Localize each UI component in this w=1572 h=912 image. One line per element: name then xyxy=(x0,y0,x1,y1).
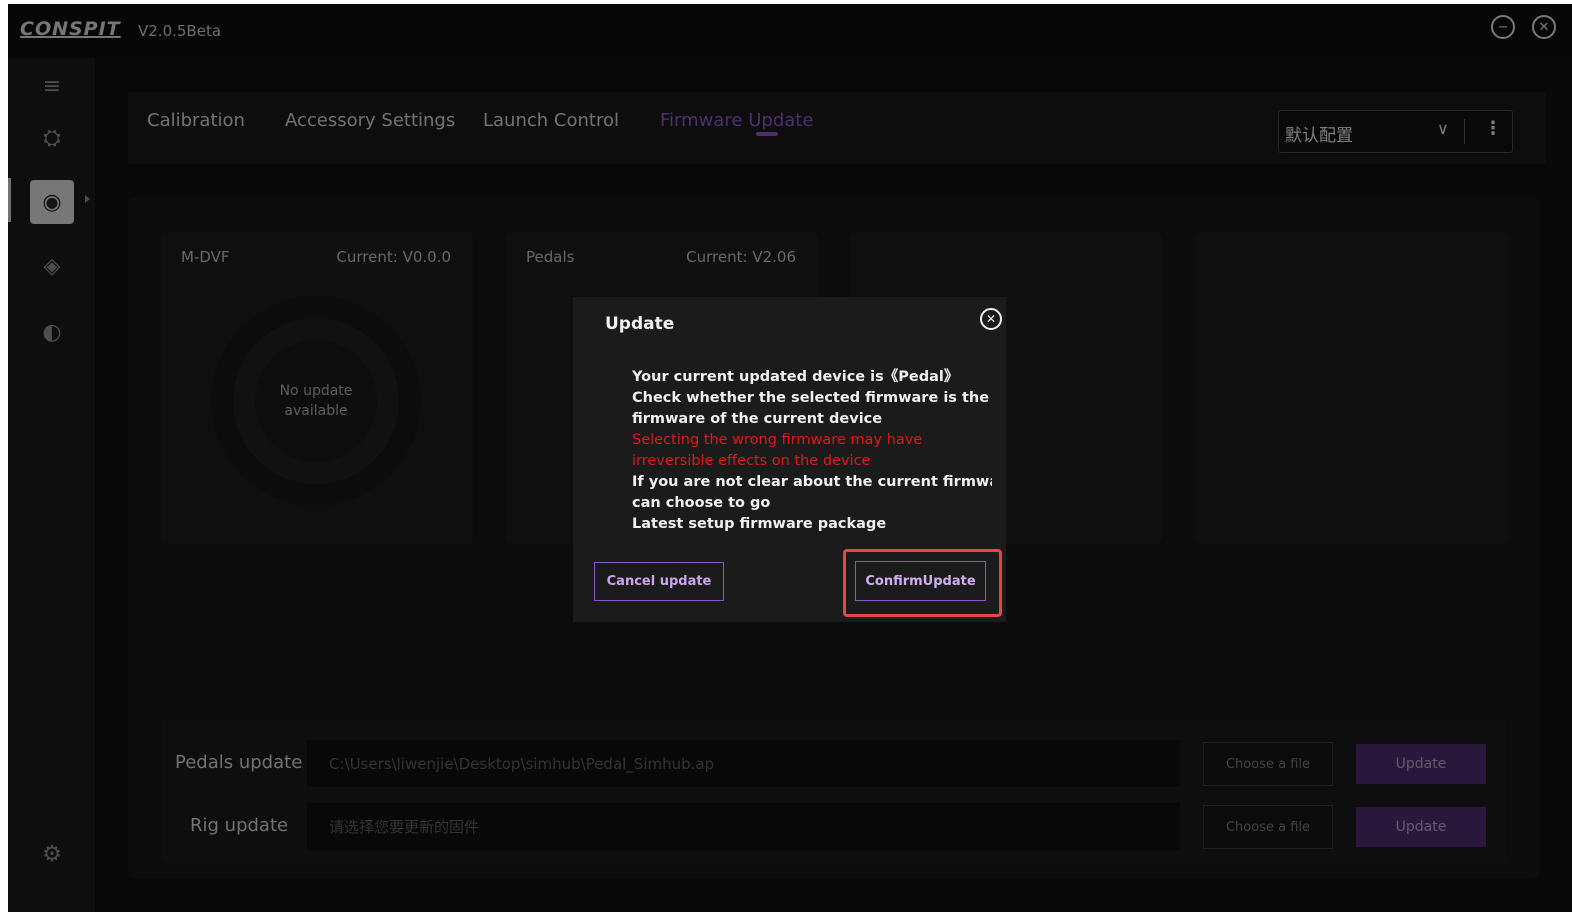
dialog-title: Update xyxy=(605,314,675,334)
dialog-line: firmware of the current device xyxy=(632,411,883,427)
close-icon[interactable]: ✕ xyxy=(980,308,1002,330)
dialog-warning: Selecting the wrong firmware may have xyxy=(632,432,923,448)
dialog-line: Check whether the selected firmware is t… xyxy=(632,390,990,406)
update-dialog: Update ✕ Your current updated device is《… xyxy=(573,297,1006,622)
dialog-warning: irreversible effects on the device xyxy=(632,453,871,469)
dialog-line: Your current updated device is《Pedal》 xyxy=(632,369,959,385)
cancel-update-button[interactable]: Cancel update xyxy=(594,562,724,601)
dialog-line: Latest setup firmware package xyxy=(632,516,887,532)
confirm-update-button[interactable]: ConfirmUpdate xyxy=(855,561,986,601)
dialog-line: If you are not clear about the current f… xyxy=(632,474,992,490)
dialog-message: Your current updated device is《Pedal》 Ch… xyxy=(632,367,992,535)
dialog-line: can choose to go xyxy=(632,495,771,511)
